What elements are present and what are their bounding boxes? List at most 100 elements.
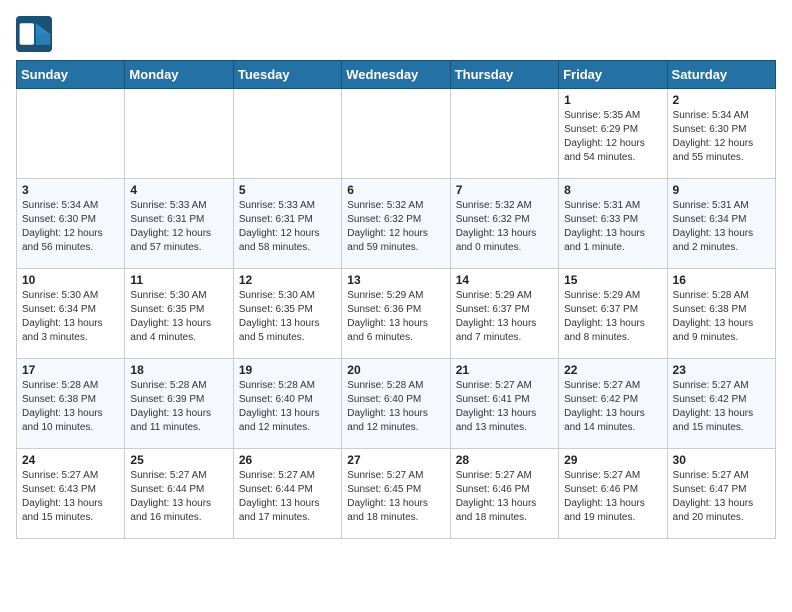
day-number: 3 bbox=[22, 183, 119, 197]
calendar-cell bbox=[17, 89, 125, 179]
weekday-header-tuesday: Tuesday bbox=[233, 61, 341, 89]
day-info: Sunrise: 5:35 AM Sunset: 6:29 PM Dayligh… bbox=[564, 109, 661, 165]
week-row-2: 3 Sunrise: 5:34 AM Sunset: 6:30 PM Daylig… bbox=[17, 179, 776, 269]
day-number: 19 bbox=[239, 363, 336, 377]
calendar-cell bbox=[342, 89, 450, 179]
calendar-cell: 13Sunrise: 5:29 AM Sunset: 6:36 PM Dayli… bbox=[342, 269, 450, 359]
day-number: 15 bbox=[564, 273, 661, 287]
weekday-header-monday: Monday bbox=[125, 61, 233, 89]
page-header bbox=[16, 16, 776, 52]
calendar-cell: 19Sunrise: 5:28 AM Sunset: 6:40 PM Dayli… bbox=[233, 359, 341, 449]
day-number: 23 bbox=[673, 363, 770, 377]
calendar-cell bbox=[233, 89, 341, 179]
calendar-cell: 12 Sunrise: 5:30 AM Sunset: 6:35 PM Dayli… bbox=[233, 269, 341, 359]
day-info: Sunrise: 5:27 AM Sunset: 6:47 PM Dayligh… bbox=[673, 469, 770, 525]
calendar-cell: 9 Sunrise: 5:31 AM Sunset: 6:34 PM Daylig… bbox=[667, 179, 775, 269]
calendar-cell: 14 Sunrise: 5:29 AM Sunset: 6:37 PM Dayli… bbox=[450, 269, 558, 359]
day-number: 21 bbox=[456, 363, 553, 377]
calendar-cell: 30 Sunrise: 5:27 AM Sunset: 6:47 PM Dayli… bbox=[667, 449, 775, 539]
day-number: 4 bbox=[130, 183, 227, 197]
day-info: Sunrise: 5:28 AM Sunset: 6:40 PM Dayligh… bbox=[347, 379, 444, 435]
day-number: 12 bbox=[239, 273, 336, 287]
day-number: 10 bbox=[22, 273, 119, 287]
day-number: 17 bbox=[22, 363, 119, 377]
day-info: Sunrise: 5:34 AM Sunset: 6:30 PM Dayligh… bbox=[22, 199, 119, 255]
calendar-cell: 2 Sunrise: 5:34 AM Sunset: 6:30 PM Daylig… bbox=[667, 89, 775, 179]
calendar-cell: 24 Sunrise: 5:27 AM Sunset: 6:43 PM Dayli… bbox=[17, 449, 125, 539]
day-info: Sunrise: 5:27 AM Sunset: 6:44 PM Dayligh… bbox=[130, 469, 227, 525]
day-info: Sunrise: 5:28 AM Sunset: 6:39 PM Dayligh… bbox=[130, 379, 227, 435]
calendar-cell: 26 Sunrise: 5:27 AM Sunset: 6:44 PM Dayli… bbox=[233, 449, 341, 539]
day-info: Sunrise: 5:29 AM Sunset: 6:36 PM Dayligh… bbox=[347, 289, 444, 345]
day-number: 25 bbox=[130, 453, 227, 467]
day-number: 27 bbox=[347, 453, 444, 467]
day-number: 7 bbox=[456, 183, 553, 197]
day-info: Sunrise: 5:29 AM Sunset: 6:37 PM Dayligh… bbox=[456, 289, 553, 345]
day-info: Sunrise: 5:27 AM Sunset: 6:46 PM Dayligh… bbox=[456, 469, 553, 525]
week-row-4: 17 Sunrise: 5:28 AM Sunset: 6:38 PM Dayli… bbox=[17, 359, 776, 449]
day-info: Sunrise: 5:27 AM Sunset: 6:44 PM Dayligh… bbox=[239, 469, 336, 525]
day-info: Sunrise: 5:33 AM Sunset: 6:31 PM Dayligh… bbox=[130, 199, 227, 255]
calendar-cell: 11 Sunrise: 5:30 AM Sunset: 6:35 PM Dayli… bbox=[125, 269, 233, 359]
day-number: 24 bbox=[22, 453, 119, 467]
day-number: 14 bbox=[456, 273, 553, 287]
day-info: Sunrise: 5:30 AM Sunset: 6:34 PM Dayligh… bbox=[22, 289, 119, 345]
day-number: 2 bbox=[673, 93, 770, 107]
day-info: Sunrise: 5:31 AM Sunset: 6:34 PM Dayligh… bbox=[673, 199, 770, 255]
day-info: Sunrise: 5:32 AM Sunset: 6:32 PM Dayligh… bbox=[456, 199, 553, 255]
calendar-cell: 27 Sunrise: 5:27 AM Sunset: 6:45 PM Dayli… bbox=[342, 449, 450, 539]
calendar-cell: 25 Sunrise: 5:27 AM Sunset: 6:44 PM Dayli… bbox=[125, 449, 233, 539]
calendar-cell: 5 Sunrise: 5:33 AM Sunset: 6:31 PM Daylig… bbox=[233, 179, 341, 269]
day-info: Sunrise: 5:30 AM Sunset: 6:35 PM Dayligh… bbox=[239, 289, 336, 345]
calendar-cell: 15 Sunrise: 5:29 AM Sunset: 6:37 PM Dayli… bbox=[559, 269, 667, 359]
day-info: Sunrise: 5:27 AM Sunset: 6:42 PM Dayligh… bbox=[673, 379, 770, 435]
day-number: 30 bbox=[673, 453, 770, 467]
calendar-cell: 1 Sunrise: 5:35 AM Sunset: 6:29 PM Daylig… bbox=[559, 89, 667, 179]
day-info: Sunrise: 5:34 AM Sunset: 6:30 PM Dayligh… bbox=[673, 109, 770, 165]
day-info: Sunrise: 5:28 AM Sunset: 6:38 PM Dayligh… bbox=[22, 379, 119, 435]
day-info: Sunrise: 5:28 AM Sunset: 6:38 PM Dayligh… bbox=[673, 289, 770, 345]
calendar-cell: 4 Sunrise: 5:33 AM Sunset: 6:31 PM Daylig… bbox=[125, 179, 233, 269]
day-number: 1 bbox=[564, 93, 661, 107]
day-number: 5 bbox=[239, 183, 336, 197]
day-number: 26 bbox=[239, 453, 336, 467]
day-info: Sunrise: 5:27 AM Sunset: 6:41 PM Dayligh… bbox=[456, 379, 553, 435]
weekday-header-sunday: Sunday bbox=[17, 61, 125, 89]
day-info: Sunrise: 5:27 AM Sunset: 6:45 PM Dayligh… bbox=[347, 469, 444, 525]
weekday-header-thursday: Thursday bbox=[450, 61, 558, 89]
logo-icon bbox=[16, 16, 52, 52]
logo bbox=[16, 16, 56, 52]
day-number: 18 bbox=[130, 363, 227, 377]
day-info: Sunrise: 5:27 AM Sunset: 6:43 PM Dayligh… bbox=[22, 469, 119, 525]
calendar-cell bbox=[450, 89, 558, 179]
day-number: 6 bbox=[347, 183, 444, 197]
calendar-cell: 29Sunrise: 5:27 AM Sunset: 6:46 PM Dayli… bbox=[559, 449, 667, 539]
week-row-1: 1 Sunrise: 5:35 AM Sunset: 6:29 PM Daylig… bbox=[17, 89, 776, 179]
calendar-cell: 3 Sunrise: 5:34 AM Sunset: 6:30 PM Daylig… bbox=[17, 179, 125, 269]
weekday-header-wednesday: Wednesday bbox=[342, 61, 450, 89]
calendar-cell: 16 Sunrise: 5:28 AM Sunset: 6:38 PM Dayli… bbox=[667, 269, 775, 359]
calendar-cell: 22Sunrise: 5:27 AM Sunset: 6:42 PM Dayli… bbox=[559, 359, 667, 449]
day-number: 29 bbox=[564, 453, 661, 467]
day-info: Sunrise: 5:31 AM Sunset: 6:33 PM Dayligh… bbox=[564, 199, 661, 255]
weekday-header-saturday: Saturday bbox=[667, 61, 775, 89]
day-number: 9 bbox=[673, 183, 770, 197]
day-info: Sunrise: 5:29 AM Sunset: 6:37 PM Dayligh… bbox=[564, 289, 661, 345]
week-row-5: 24 Sunrise: 5:27 AM Sunset: 6:43 PM Dayli… bbox=[17, 449, 776, 539]
calendar-table: SundayMondayTuesdayWednesdayThursdayFrid… bbox=[16, 60, 776, 539]
calendar-cell: 23 Sunrise: 5:27 AM Sunset: 6:42 PM Dayli… bbox=[667, 359, 775, 449]
calendar-cell: 20 Sunrise: 5:28 AM Sunset: 6:40 PM Dayli… bbox=[342, 359, 450, 449]
day-number: 22 bbox=[564, 363, 661, 377]
day-info: Sunrise: 5:30 AM Sunset: 6:35 PM Dayligh… bbox=[130, 289, 227, 345]
calendar-cell: 17 Sunrise: 5:28 AM Sunset: 6:38 PM Dayli… bbox=[17, 359, 125, 449]
calendar-cell: 18 Sunrise: 5:28 AM Sunset: 6:39 PM Dayli… bbox=[125, 359, 233, 449]
weekday-header-row: SundayMondayTuesdayWednesdayThursdayFrid… bbox=[17, 61, 776, 89]
calendar-cell: 10 Sunrise: 5:30 AM Sunset: 6:34 PM Dayli… bbox=[17, 269, 125, 359]
calendar-cell bbox=[125, 89, 233, 179]
calendar-cell: 8Sunrise: 5:31 AM Sunset: 6:33 PM Daylig… bbox=[559, 179, 667, 269]
calendar-cell: 28Sunrise: 5:27 AM Sunset: 6:46 PM Dayli… bbox=[450, 449, 558, 539]
day-info: Sunrise: 5:33 AM Sunset: 6:31 PM Dayligh… bbox=[239, 199, 336, 255]
day-number: 11 bbox=[130, 273, 227, 287]
day-number: 20 bbox=[347, 363, 444, 377]
day-number: 16 bbox=[673, 273, 770, 287]
